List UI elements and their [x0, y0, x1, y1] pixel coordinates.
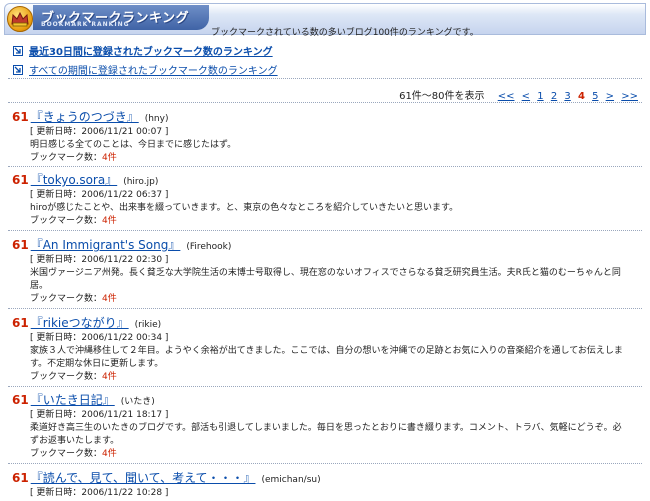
pager-page-link[interactable]: 5 [592, 91, 598, 102]
ranking-entry: 61 『tokyo.sora』 (hiro.jp) [ 更新日時：2006/11/2… [12, 173, 642, 228]
ranking-header: ブックマークランキング BOOKMARK RANKING ブックマークされている… [4, 3, 646, 38]
pager-prev-link[interactable]: < [522, 91, 530, 102]
range-link-all-label[interactable]: すべての期間に登録されたブックマーク数のランキング [29, 66, 278, 77]
blog-description: 柔道好き高三生のいたきのブログです。部活も引退してしまいました。毎日を思ったとお… [30, 423, 622, 446]
bookmark-count: 4件 [102, 294, 117, 304]
rank-number: 61 [12, 393, 29, 407]
divider [8, 308, 642, 309]
blog-description: 家族３人で沖縄移住して２年目。ようやく余裕が出てきました。ここでは、自分の想いを… [30, 346, 623, 369]
bookmark-count-label: ブックマーク数： [30, 294, 103, 304]
blog-author: (Firehook) [186, 242, 232, 252]
pager-page-link[interactable]: 2 [551, 91, 557, 102]
page-subtitle: BOOKMARK RANKING [41, 21, 130, 28]
updated-time: [ 更新日時：2006/11/22 00:34 ] [30, 333, 169, 343]
blog-title-link[interactable]: 『rikieつながり』 [31, 316, 129, 330]
pager-page-link[interactable]: 1 [537, 91, 543, 102]
pager: 61件～80件を表示 << < 1 2 3 4 5 > >> [399, 87, 638, 102]
rank-number: 61 [12, 316, 29, 330]
bookmark-count-label: ブックマーク数： [30, 372, 103, 382]
divider [8, 102, 642, 103]
divider [8, 463, 642, 464]
rank-number: 61 [12, 471, 29, 485]
pager-last-link[interactable]: >> [621, 91, 638, 102]
ranking-entry: 61 『An Immigrant's Song』 (Firehook) [ 更新日時… [12, 238, 642, 306]
blog-title-link[interactable]: 『読んで、見て、聞いて、考えて・・・』 [31, 471, 256, 485]
blog-description: 米国ヴァージニア州発。長く貧乏な大学院生活の末博士号取得し、現在窓のないオフィス… [30, 268, 621, 291]
pager-next-link[interactable]: > [606, 91, 614, 102]
blog-author: (emichan/su) [261, 475, 321, 485]
ranking-entry: 61 『きょうのつづき』 (hny) [ 更新日時：2006/11/21 00:07… [12, 110, 642, 165]
bookmark-count: 4件 [102, 153, 117, 163]
divider [8, 78, 642, 79]
updated-time: [ 更新日時：2006/11/22 02:30 ] [30, 255, 169, 265]
rank-number: 61 [12, 110, 29, 124]
blog-title-link[interactable]: 『tokyo.sora』 [31, 173, 118, 187]
blog-title-link[interactable]: 『いたき日記』 [31, 393, 115, 407]
link-arrow-icon [13, 46, 23, 56]
bookmark-count-label: ブックマーク数： [30, 216, 103, 226]
blog-description: 明日感じる全てのことは、今日までに感じたはず。 [30, 140, 237, 150]
pager-page-link[interactable]: 3 [564, 91, 570, 102]
bookmark-count: 4件 [102, 216, 117, 226]
bookmark-count: 4件 [102, 449, 117, 459]
divider [8, 166, 642, 167]
ranking-entry: 61 『rikieつながり』 (rikie) [ 更新日時：2006/11/22 0… [12, 316, 642, 384]
ranking-entry: 61 『いたき日記』 (いたき) [ 更新日時：2006/11/21 18:17 ]… [12, 393, 642, 461]
bookmark-count-row: ブックマーク数：4件 [30, 152, 630, 165]
rank-number: 61 [12, 173, 29, 187]
pager-current-page: 4 [577, 91, 585, 102]
range-link-all[interactable]: すべての期間に登録されたブックマーク数のランキング [13, 62, 278, 77]
divider [8, 386, 642, 387]
updated-time: [ 更新日時：2006/11/21 00:07 ] [30, 127, 169, 137]
blog-author: (hny) [144, 114, 169, 124]
range-link-30days[interactable]: 最近30日間に登録されたブックマーク数のランキング [13, 43, 273, 58]
blog-author: (hiro.jp) [123, 177, 159, 187]
blog-title-link[interactable]: 『きょうのつづき』 [31, 110, 139, 124]
updated-time: [ 更新日時：2006/11/21 18:17 ] [30, 410, 169, 420]
updated-time: [ 更新日時：2006/11/22 06:37 ] [30, 190, 169, 200]
divider [8, 230, 642, 231]
bookmark-count-label: ブックマーク数： [30, 153, 103, 163]
bookmark-count-row: ブックマーク数：4件 [30, 293, 630, 306]
blog-description: hiroが感じたことや、出来事を綴っていきます。と、東京の色々なところを紹介して… [30, 203, 459, 213]
blog-author: (いたき) [120, 397, 155, 407]
pager-range-text: 61件～80件を表示 [399, 91, 485, 102]
pager-first-link[interactable]: << [498, 91, 515, 102]
blog-title-link[interactable]: 『An Immigrant's Song』 [31, 238, 181, 252]
bookmark-count-row: ブックマーク数：4件 [30, 371, 630, 384]
bookmark-count-label: ブックマーク数： [30, 449, 103, 459]
link-arrow-icon [13, 65, 23, 75]
blog-author: (rikie) [134, 320, 162, 330]
header-description: ブックマークされている数の多いブログ100件のランキングです。 [211, 28, 479, 38]
range-link-30days-label[interactable]: 最近30日間に登録されたブックマーク数のランキング [29, 47, 273, 58]
bookmark-count: 4件 [102, 372, 117, 382]
crown-icon [7, 6, 33, 32]
ranking-entry: 61 『読んで、見て、聞いて、考えて・・・』 (emichan/su) [ 更新日時… [12, 471, 642, 500]
updated-time: [ 更新日時：2006/11/22 10:28 ] [30, 488, 169, 498]
bookmark-count-row: ブックマーク数：4件 [30, 448, 630, 461]
title-tab: ブックマークランキング BOOKMARK RANKING [33, 5, 209, 30]
rank-number: 61 [12, 238, 29, 252]
bookmark-count-row: ブックマーク数：4件 [30, 215, 630, 228]
